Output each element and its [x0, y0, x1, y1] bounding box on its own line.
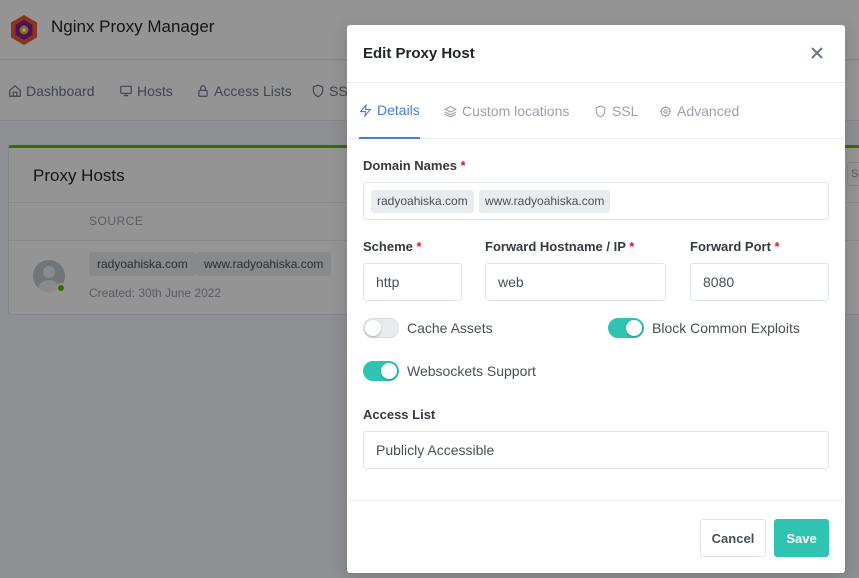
tab-ssl[interactable]: SSL — [594, 83, 638, 139]
modal-title: Edit Proxy Host — [363, 45, 475, 62]
domain-chip[interactable]: www.radyoahiska.com — [479, 190, 611, 213]
label-text: Forward Hostname / IP — [485, 239, 626, 254]
tab-label: SSL — [612, 103, 639, 119]
domain-names-input[interactable]: radyoahiska.com www.radyoahiska.com — [363, 182, 829, 220]
toggle-switch[interactable] — [363, 361, 399, 381]
required-marker: * — [774, 239, 780, 254]
required-marker: * — [416, 239, 422, 254]
required-marker: * — [460, 158, 466, 173]
label-text: Forward Port — [690, 239, 771, 254]
toggle-knob — [626, 320, 642, 336]
block-exploits-toggle[interactable]: Block Common Exploits — [608, 318, 800, 338]
modal-footer: Cancel Save — [347, 500, 845, 573]
forward-port-input[interactable]: 8080 — [690, 263, 829, 301]
cache-assets-toggle[interactable]: Cache Assets — [363, 318, 493, 338]
toggle-label: Block Common Exploits — [652, 320, 800, 336]
websockets-toggle[interactable]: Websockets Support — [363, 361, 536, 381]
access-list-select[interactable]: Publicly Accessible — [363, 431, 829, 469]
save-button[interactable]: Save — [774, 519, 829, 557]
zap-icon — [359, 103, 372, 117]
domain-chip[interactable]: radyoahiska.com — [371, 190, 474, 213]
tab-label: Custom locations — [462, 103, 570, 119]
access-list-label: Access List — [363, 407, 436, 422]
label-text: Scheme — [363, 239, 413, 254]
toggle-label: Cache Assets — [407, 320, 493, 336]
forward-hostname-label: Forward Hostname / IP * — [485, 239, 634, 254]
tab-label: Details — [377, 102, 420, 118]
close-button[interactable] — [807, 43, 827, 63]
required-marker: * — [629, 239, 635, 254]
tab-label: Advanced — [677, 103, 740, 119]
scheme-label: Scheme * — [363, 239, 422, 254]
cancel-button[interactable]: Cancel — [700, 519, 766, 557]
toggle-switch[interactable] — [363, 318, 399, 338]
toggle-label: Websockets Support — [407, 363, 536, 379]
domain-names-label: Domain Names * — [363, 158, 466, 173]
label-text: Domain Names — [363, 158, 457, 173]
tab-advanced[interactable]: Advanced — [659, 83, 739, 139]
scheme-select[interactable]: http — [363, 263, 462, 301]
gear-icon — [660, 105, 671, 117]
toggle-switch[interactable] — [608, 318, 644, 338]
modal-header: Edit Proxy Host — [347, 25, 845, 83]
tab-custom-locations[interactable]: Custom locations — [444, 83, 569, 139]
forward-port-label: Forward Port * — [690, 239, 780, 254]
close-icon — [811, 47, 823, 59]
toggle-knob — [365, 320, 381, 336]
toggle-knob — [381, 363, 397, 379]
forward-hostname-input[interactable]: web — [485, 263, 666, 301]
shield-icon — [595, 105, 606, 118]
tab-details[interactable]: Details — [359, 83, 420, 139]
layers-icon — [444, 105, 457, 118]
modal-tabs: Details Custom locations SSL Advanced — [347, 83, 845, 139]
edit-proxy-host-modal: Edit Proxy Host Details Custom locations… — [347, 25, 845, 573]
